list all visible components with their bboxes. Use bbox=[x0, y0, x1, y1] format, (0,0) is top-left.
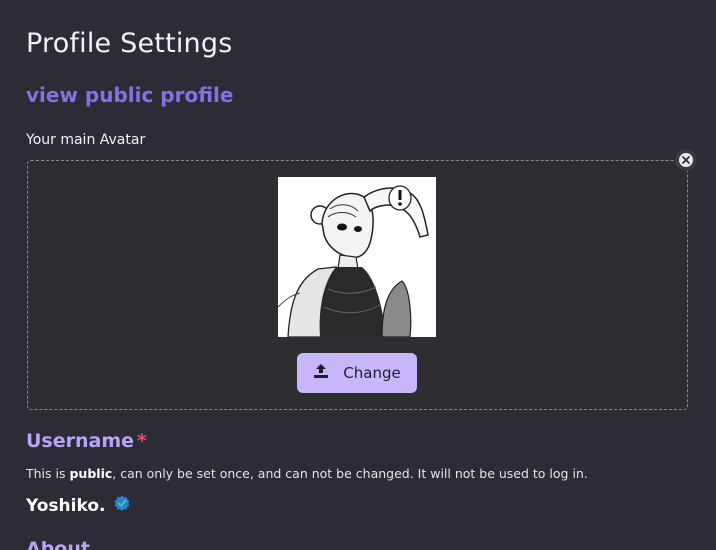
username-heading: Username * bbox=[26, 430, 147, 452]
avatar-image bbox=[278, 177, 436, 337]
username-hint: This is public, can only be set once, an… bbox=[26, 466, 588, 481]
avatar-label: Your main Avatar bbox=[26, 132, 146, 148]
page-title: Profile Settings bbox=[26, 28, 233, 59]
required-mark: * bbox=[137, 430, 147, 452]
username-hint-prefix: This is bbox=[26, 466, 70, 481]
username-hint-public: public bbox=[69, 466, 113, 481]
change-button-label: Change bbox=[343, 364, 401, 382]
view-public-profile-link[interactable]: view public profile bbox=[26, 83, 233, 107]
close-circle-icon bbox=[679, 153, 693, 167]
change-avatar-button[interactable]: Change bbox=[297, 353, 417, 393]
verified-badge-icon bbox=[114, 495, 130, 516]
remove-avatar-button[interactable] bbox=[675, 149, 697, 171]
username-heading-label: Username bbox=[26, 430, 135, 452]
username-display: Yoshiko. bbox=[26, 495, 130, 516]
profile-settings-page: Profile Settings view public profile You… bbox=[0, 0, 716, 550]
upload-icon bbox=[313, 363, 329, 383]
username-value: Yoshiko. bbox=[26, 495, 106, 516]
about-heading: About bbox=[26, 538, 90, 550]
username-hint-suffix: , can only be set once, and can not be c… bbox=[112, 466, 588, 481]
